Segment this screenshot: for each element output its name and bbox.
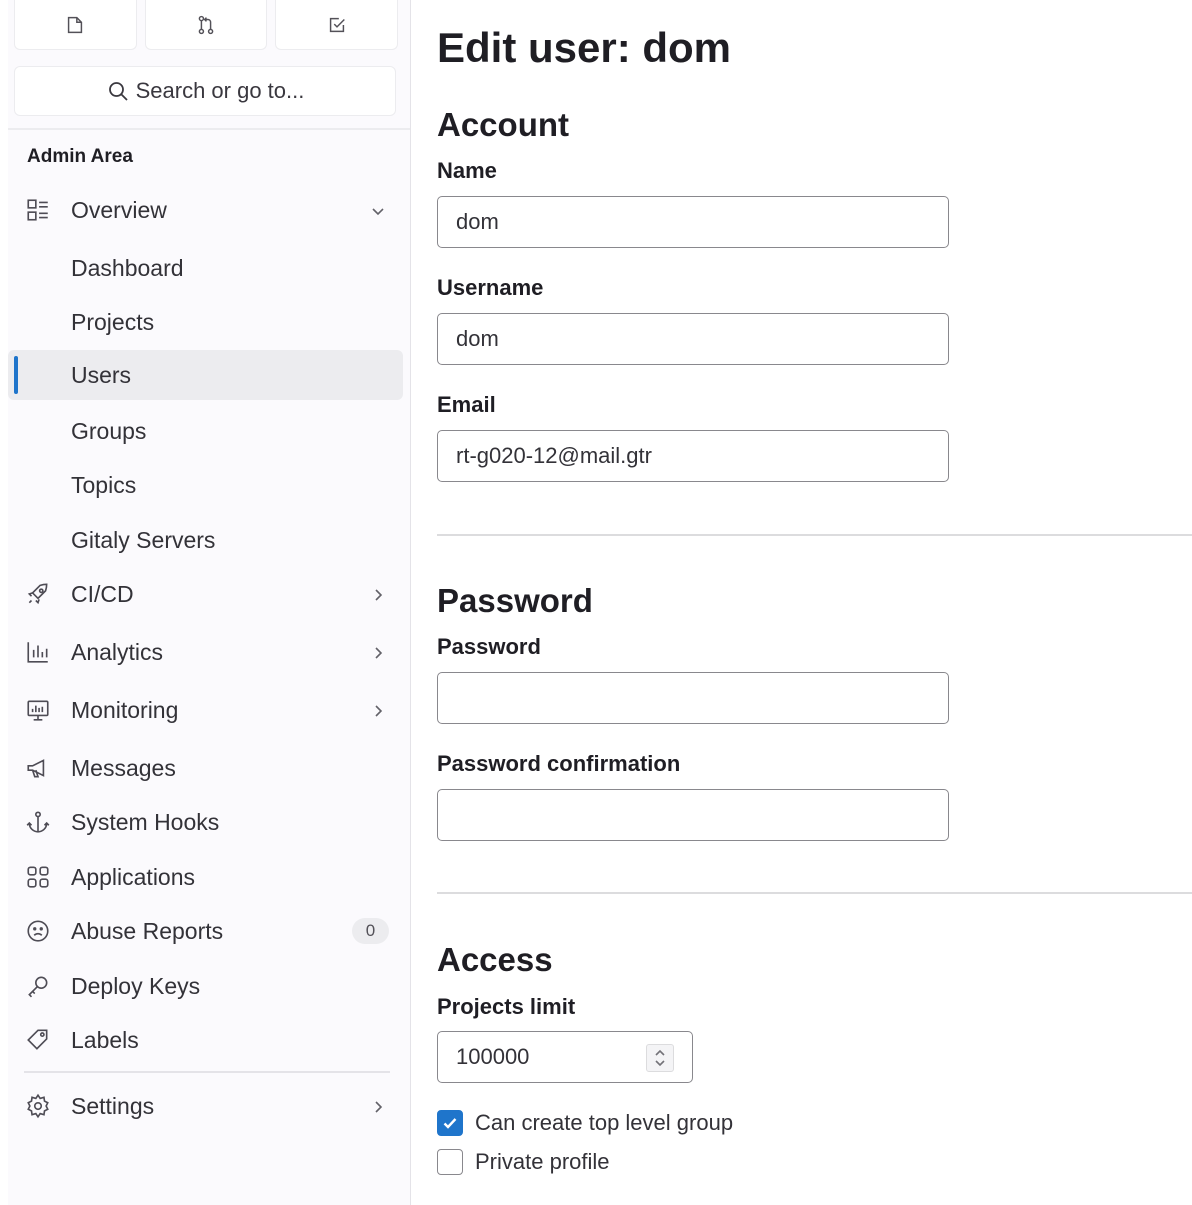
password-confirmation-field[interactable] [437, 789, 949, 841]
sidebar-divider [8, 128, 410, 130]
sidebar-item-analytics[interactable]: Analytics [8, 627, 403, 677]
sidebar-item-deploy-keys[interactable]: Deploy Keys [8, 961, 403, 1011]
sidebar-item-gitaly-servers[interactable]: Gitaly Servers [8, 515, 403, 565]
sidebar-item-label: Gitaly Servers [71, 526, 216, 553]
private-profile-row[interactable]: Private profile [437, 1147, 610, 1177]
chart-icon [24, 638, 52, 666]
can-create-group-checkbox[interactable] [437, 1110, 463, 1136]
applications-icon [24, 863, 52, 891]
sidebar-item-label: Topics [71, 471, 137, 498]
chevron-right-icon [368, 584, 388, 604]
search-icon [108, 82, 128, 101]
sidebar-item-label: Abuse Reports [71, 917, 224, 944]
sidebar-item-label: Applications [71, 863, 196, 890]
sidebar-item-applications[interactable]: Applications [8, 852, 403, 902]
sidebar-item-label: Projects [71, 308, 155, 335]
sidebar: Search or go to... Admin Area Overview D… [8, 0, 411, 1205]
sidebar-item-settings[interactable]: Settings [8, 1081, 403, 1131]
overview-icon [24, 196, 52, 224]
issues-icon [68, 16, 83, 33]
gear-icon [24, 1092, 52, 1120]
sidebar-item-dashboard[interactable]: Dashboard [8, 243, 403, 293]
name-field[interactable] [437, 196, 949, 248]
password-heading: Password [437, 582, 593, 619]
sidebar-item-users[interactable]: Users [8, 350, 403, 400]
section-divider [437, 534, 1192, 536]
sidebar-item-label: Monitoring [71, 696, 179, 723]
sidebar-item-topics[interactable]: Topics [8, 460, 403, 510]
sidebar-item-abuse-reports[interactable]: Abuse Reports 0 [8, 906, 403, 956]
projects-limit-input[interactable] [456, 1044, 636, 1070]
sidebar-item-label: Settings [71, 1092, 155, 1119]
sad-face-icon [24, 917, 52, 945]
sidebar-item-label: Dashboard [71, 254, 184, 281]
check-icon [443, 1118, 457, 1129]
chevron-right-icon [368, 700, 388, 720]
access-heading: Access [437, 941, 553, 978]
can-create-group-row[interactable]: Can create top level group [437, 1108, 733, 1138]
sidebar-item-label: Deploy Keys [71, 972, 201, 999]
projects-limit-label: Projects limit [437, 994, 576, 1019]
anchor-icon [24, 808, 52, 836]
search-placeholder: Search or go to... [135, 78, 305, 103]
sidebar-item-label: System Hooks [71, 808, 220, 835]
section-divider [437, 892, 1192, 894]
sidebar-item-overview[interactable]: Overview [8, 185, 403, 235]
chevron-right-icon [368, 1096, 388, 1116]
sidebar-item-label: Analytics [71, 638, 164, 665]
account-heading: Account [437, 106, 569, 143]
key-icon [24, 972, 52, 1000]
sidebar-item-labels[interactable]: Labels [8, 1015, 403, 1065]
username-field[interactable] [437, 313, 949, 365]
password-field[interactable] [437, 672, 949, 724]
private-profile-checkbox[interactable] [437, 1149, 463, 1175]
sidebar-item-label: Overview [71, 196, 167, 223]
sidebar-item-cicd[interactable]: CI/CD [8, 569, 403, 619]
megaphone-icon [24, 754, 52, 782]
rocket-icon [24, 580, 52, 608]
issues-button[interactable] [14, 0, 137, 50]
sidebar-item-projects[interactable]: Projects [8, 297, 403, 347]
chevron-down-icon [368, 200, 388, 220]
section-title: Admin Area [27, 146, 133, 167]
sidebar-item-groups[interactable]: Groups [8, 406, 403, 456]
username-label: Username [437, 275, 544, 300]
sidebar-item-label: Users [71, 361, 132, 388]
sidebar-item-label: Groups [71, 417, 147, 444]
sidebar-top-buttons [14, 0, 399, 52]
label-icon [24, 1026, 52, 1054]
sidebar-item-monitoring[interactable]: Monitoring [8, 685, 403, 735]
password-confirmation-label: Password confirmation [437, 751, 681, 776]
email-label: Email [437, 392, 496, 417]
email-field[interactable] [437, 430, 949, 482]
sidebar-item-label: Labels [71, 1026, 139, 1053]
sidebar-item-messages[interactable]: Messages [8, 743, 403, 793]
sidebar-item-label: Messages [71, 754, 176, 781]
monitor-icon [24, 696, 52, 724]
chevron-right-icon [368, 642, 388, 662]
sidebar-item-label: CI/CD [71, 580, 134, 607]
private-profile-label: Private profile [475, 1149, 610, 1174]
page-title: Edit user: dom [437, 24, 732, 71]
count-badge: 0 [352, 918, 389, 944]
password-label: Password [437, 634, 541, 659]
sidebar-divider [24, 1071, 390, 1073]
sidebar-item-system-hooks[interactable]: System Hooks [8, 797, 403, 847]
search-button[interactable]: Search or go to... [14, 66, 396, 116]
name-label: Name [437, 158, 497, 183]
projects-limit-stepper[interactable] [437, 1031, 693, 1083]
todo-icon [329, 17, 345, 32]
merge-request-icon [198, 15, 214, 34]
spinner-icon[interactable] [646, 1044, 674, 1072]
merge-requests-button[interactable] [144, 0, 268, 50]
todos-button[interactable] [275, 0, 399, 50]
can-create-group-label: Can create top level group [475, 1110, 734, 1135]
